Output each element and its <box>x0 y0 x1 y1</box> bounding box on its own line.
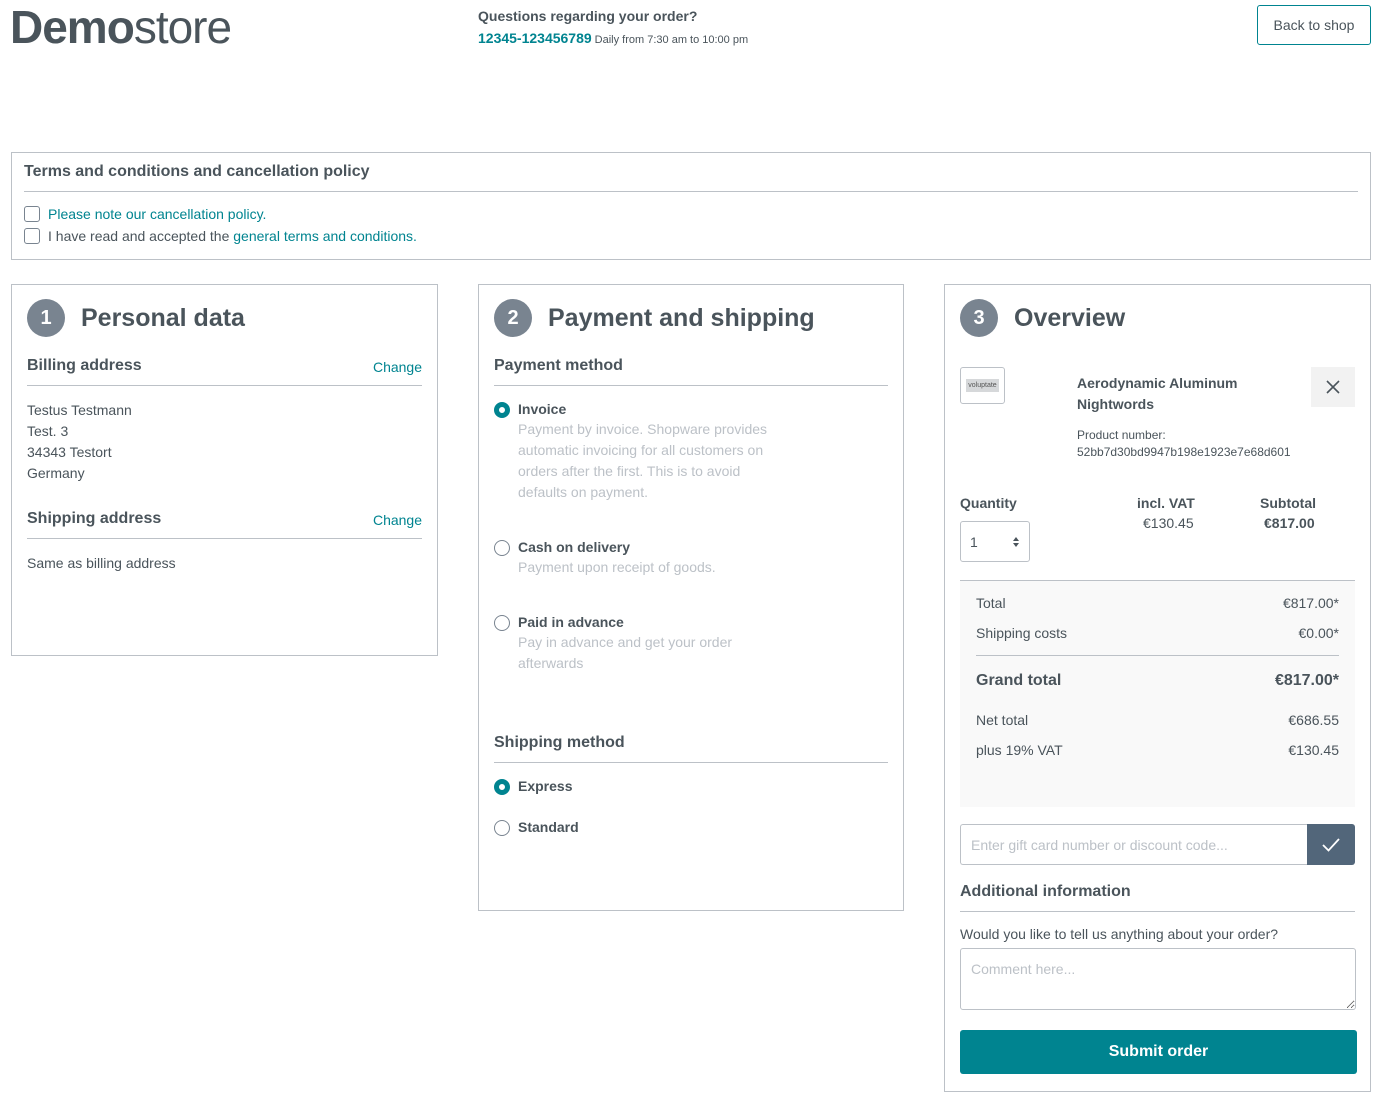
grand-total-value: €817.00* <box>1274 672 1339 689</box>
shipping-option-standard[interactable]: Standard <box>494 819 888 836</box>
checkmark-icon <box>1322 837 1340 852</box>
shipping-option-express[interactable]: Express <box>494 778 888 795</box>
terms-title: Terms and conditions and cancellation po… <box>24 163 1358 192</box>
billing-address: Testus Testmann Test. 3 34343 Testort Ge… <box>27 400 422 484</box>
radio-button[interactable] <box>494 820 510 836</box>
total-value: €817.00* <box>1282 595 1339 611</box>
billing-address-title: Billing address <box>27 357 142 374</box>
submit-order-button[interactable]: Submit order <box>960 1030 1357 1074</box>
grand-total-label: Grand total <box>976 672 1062 689</box>
payment-method-title: Payment method <box>494 357 623 374</box>
payment-method-header: Payment method <box>494 357 888 386</box>
line-subtotal: €817.00 <box>1264 515 1315 531</box>
voucher-input[interactable] <box>960 824 1307 865</box>
net-total-label: Net total <box>976 712 1029 728</box>
payment-description: Pay in advance and get your order afterw… <box>518 634 733 671</box>
shipping-label: Standard <box>518 819 579 835</box>
billing-line: Test. 3 <box>27 423 69 439</box>
quantity-value: 1 <box>970 533 978 550</box>
comment-textarea[interactable] <box>960 948 1356 1010</box>
vat-value: €130.45 <box>1288 742 1339 758</box>
radio-button[interactable] <box>494 540 510 556</box>
shipping-method-header: Shipping method <box>494 734 888 763</box>
radio-button[interactable] <box>494 402 510 418</box>
quantity-select[interactable]: 1 <box>960 521 1030 562</box>
radio-button[interactable] <box>494 615 510 631</box>
additional-information: Additional information Would you like to… <box>960 883 1356 1015</box>
product-name[interactable]: Aerodynamic Aluminum Nightwords <box>1077 373 1317 415</box>
personal-data-title: Personal data <box>81 303 245 332</box>
unit-price: €130.45 <box>1143 515 1194 531</box>
tos-prefix: I have read and accepted the <box>48 228 234 244</box>
line-item: voluptate Aerodynamic Aluminum Nightword… <box>960 367 1355 461</box>
hotline-number[interactable]: 12345-123456789 <box>478 30 592 46</box>
vat-header: incl. VAT <box>1137 495 1195 511</box>
sort-icon <box>1013 536 1019 547</box>
cancellation-policy-link[interactable]: Please note our cancellation policy. <box>48 206 266 222</box>
subtotal-header: Subtotal <box>1260 495 1316 511</box>
step-badge: 2 <box>494 299 532 337</box>
tos-suffix: . <box>413 228 417 244</box>
product-number: Product number: 52bb7d30bd9947b198e1923e… <box>1077 427 1317 461</box>
close-icon <box>1326 380 1340 394</box>
shipping-address-title: Shipping address <box>27 510 162 527</box>
quantity-header: Quantity <box>960 495 1017 511</box>
tos-link[interactable]: general terms and conditions <box>233 228 413 244</box>
shipping-costs-label: Shipping costs <box>976 625 1068 641</box>
shipping-change-link[interactable]: Change <box>373 512 422 528</box>
shipping-address-text: Same as billing address <box>27 555 176 571</box>
remove-item-button[interactable] <box>1311 367 1355 407</box>
line-item-header: Quantity incl. VAT Subtotal <box>960 495 1355 511</box>
store-logo[interactable]: Demostore <box>10 2 232 52</box>
shipping-costs-value: €0.00* <box>1298 625 1339 641</box>
terms-box: Terms and conditions and cancellation po… <box>11 152 1371 260</box>
tos-checkbox[interactable] <box>24 228 40 244</box>
hotline-question: Questions regarding your order? <box>478 8 698 24</box>
product-number-label: Product number: <box>1077 428 1166 442</box>
voucher-form <box>960 824 1355 865</box>
net-total-value: €686.55 <box>1288 712 1339 728</box>
additional-info-question: Would you like to tell us anything about… <box>960 926 1279 942</box>
payment-label: Cash on delivery <box>518 539 631 555</box>
payment-option-cod[interactable]: Cash on delivery Payment upon receipt of… <box>494 539 888 578</box>
shipping-address-header: Shipping address Change <box>27 510 422 539</box>
payment-label: Paid in advance <box>518 614 624 630</box>
voucher-submit-button[interactable] <box>1307 824 1355 865</box>
step-badge: 3 <box>960 299 998 337</box>
product-number-value: 52bb7d30bd9947b198e1923e7e68d601 <box>1077 445 1291 459</box>
additional-info-title: Additional information <box>960 883 1355 912</box>
hotline-hours: Daily from 7:30 am to 10:00 pm <box>594 34 749 46</box>
vat-label: plus 19% VAT <box>976 742 1063 758</box>
shipping-label: Express <box>518 778 573 794</box>
payment-shipping-card: 2 Payment and shipping Payment method In… <box>478 284 904 911</box>
billing-line: 34343 Testort <box>27 444 112 460</box>
product-thumbnail[interactable]: voluptate <box>960 367 1005 404</box>
billing-change-link[interactable]: Change <box>373 359 422 375</box>
billing-address-header: Billing address Change <box>27 357 422 386</box>
total-label: Total <box>976 595 1006 611</box>
thumbnail-text: voluptate <box>966 379 999 392</box>
cancellation-checkbox[interactable] <box>24 206 40 222</box>
billing-line: Testus Testmann <box>27 402 132 418</box>
payment-option-invoice[interactable]: Invoice Payment by invoice. Shopware pro… <box>494 401 888 503</box>
payment-description: Payment by invoice. Shopware provides au… <box>518 421 768 500</box>
personal-data-card: 1 Personal data Billing address Change T… <box>11 284 438 656</box>
shipping-method-title: Shipping method <box>494 734 625 751</box>
tos-row: I have read and accepted the general ter… <box>24 228 1358 244</box>
payment-description: Payment upon receipt of goods. <box>518 559 716 575</box>
radio-button[interactable] <box>494 779 510 795</box>
order-summary: Total €817.00* Shipping costs €0.00* Grand… <box>960 580 1355 807</box>
payment-option-prepayment[interactable]: Paid in advance Pay in advance and get y… <box>494 614 888 674</box>
overview-title: Overview <box>1014 303 1126 332</box>
overview-card: 3 Overview voluptate Aerodynamic Aluminu… <box>944 284 1371 1092</box>
step-badge: 1 <box>27 299 65 337</box>
payment-shipping-title: Payment and shipping <box>548 303 815 332</box>
hotline: Questions regarding your order? 12345-12… <box>478 8 748 48</box>
payment-label: Invoice <box>518 401 567 417</box>
billing-line: Germany <box>27 465 85 481</box>
cancellation-row: Please note our cancellation policy. <box>24 206 1358 222</box>
back-to-shop-button[interactable]: Back to shop <box>1257 5 1371 45</box>
